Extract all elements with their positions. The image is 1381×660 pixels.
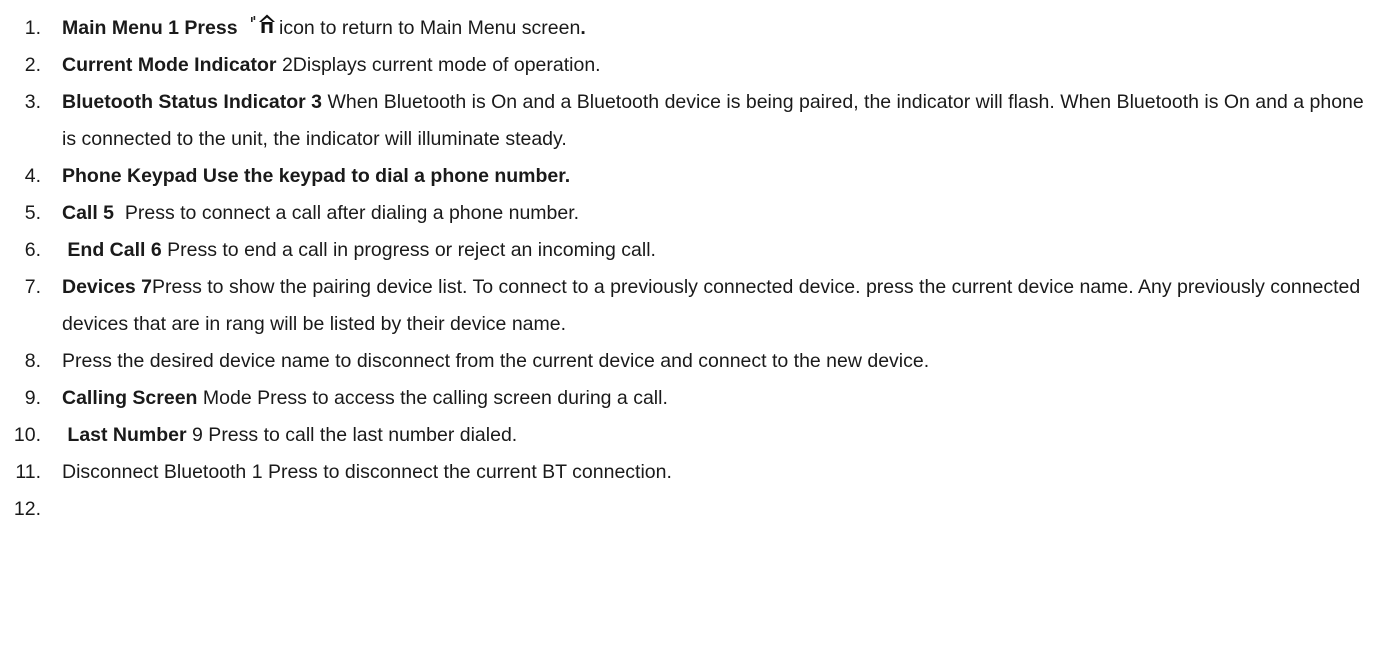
list-item-disconnect-bluetooth: 11 Disconnect Bluetooth 1 Press to disco… bbox=[0, 454, 1381, 491]
item-number: 4 bbox=[0, 158, 41, 195]
item-label: End Call 6 bbox=[67, 239, 162, 261]
item-label: Calling Screen bbox=[62, 387, 198, 409]
list-item-bluetooth-status-indicator: 3 Bluetooth Status Indicator 3When Bluet… bbox=[0, 84, 1381, 158]
list-item-last-number: 10 Last Number9 Press to call the last n… bbox=[0, 417, 1381, 454]
home-icon bbox=[250, 13, 277, 35]
item-number: 7 bbox=[0, 269, 41, 306]
item-label: Devices 7 bbox=[62, 276, 152, 298]
item-text: 2Displays current mode of operation. bbox=[281, 54, 601, 76]
item-label: Last Number bbox=[67, 424, 187, 446]
item-number: 12 bbox=[0, 491, 41, 528]
list-item-calling-screen: 9 Calling ScreenMode Press to access the… bbox=[0, 380, 1381, 417]
item-label: Current Mode Indicator bbox=[62, 54, 277, 76]
list-item-current-mode-indicator: 2 Current Mode Indicator2Displays curren… bbox=[0, 47, 1381, 84]
numbered-list: 1 Main Menu 1 Press icon to return to Ma… bbox=[0, 10, 1381, 520]
item-text: 9 Press to call the last number dialed. bbox=[192, 424, 518, 446]
item-number: 5 bbox=[0, 195, 41, 232]
item-label: Call 5 bbox=[62, 202, 115, 224]
list-item-select-device: 8 Press the desired device name to disco… bbox=[0, 343, 1381, 380]
item-text: Press the desired device name to disconn… bbox=[62, 350, 930, 372]
item-number: 3 bbox=[0, 84, 41, 121]
item-text: icon to return to Main Menu screen bbox=[278, 17, 581, 39]
item-number: 11 bbox=[0, 454, 41, 491]
item-number: 9 bbox=[0, 380, 41, 417]
item-number: 8 bbox=[0, 343, 41, 380]
item-text: Press to end a call in progress or rejec… bbox=[167, 239, 656, 261]
item-number: 6 bbox=[0, 232, 41, 269]
item-text: Press to connect a call after dialing a … bbox=[119, 202, 580, 224]
item-number: 2 bbox=[0, 47, 41, 84]
item-number: 1 bbox=[0, 10, 41, 47]
item-text: Mode Press to access the calling screen … bbox=[202, 387, 668, 409]
item-tail: . bbox=[580, 17, 586, 39]
item-label: Bluetooth Status Indicator 3 bbox=[62, 91, 323, 113]
list-item-main-menu: 1 Main Menu 1 Press icon to return to Ma… bbox=[0, 10, 1381, 47]
item-text: Disconnect Bluetooth 1 Press to disconne… bbox=[62, 461, 672, 483]
item-label: Phone Keypad Use the keypad to dial a ph… bbox=[62, 165, 571, 187]
item-label: Main Menu 1 Press bbox=[62, 17, 238, 39]
document-page: 1 Main Menu 1 Press icon to return to Ma… bbox=[0, 0, 1381, 660]
item-number: 10 bbox=[0, 417, 41, 454]
list-item-phone-keypad: 4 Phone Keypad Use the keypad to dial a … bbox=[0, 158, 1381, 195]
list-item-end-call: 6 End Call 6Press to end a call in progr… bbox=[0, 232, 1381, 269]
list-item-devices: 7 Devices 7Press to show the pairing dev… bbox=[0, 269, 1381, 343]
item-text: Press to show the pairing device list. T… bbox=[62, 276, 1361, 335]
list-item-call: 5 Call 5 Press to connect a call after d… bbox=[0, 195, 1381, 232]
